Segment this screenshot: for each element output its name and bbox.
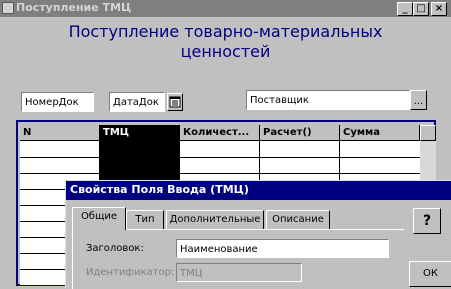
- close-button[interactable]: ×: [431, 2, 447, 16]
- maximize-button[interactable]: □: [413, 2, 429, 16]
- dialog-title[interactable]: Свойства Поля Ввода (ТМЦ): [66, 181, 451, 200]
- heading-line-1: Поступление товарно-материальных: [68, 22, 383, 41]
- doc-number-field[interactable]: НомерДок: [21, 92, 94, 112]
- row-divider: [20, 157, 420, 158]
- tab-general[interactable]: Общие: [72, 207, 126, 230]
- window-title: Поступление ТМЦ: [16, 1, 132, 14]
- tab-description[interactable]: Описание: [266, 210, 330, 229]
- id-field: ТМЦ: [176, 263, 302, 282]
- column-header-n[interactable]: N: [20, 125, 100, 141]
- column-header-sum[interactable]: Сумма: [340, 125, 420, 141]
- supplier-field[interactable]: Поставщик: [246, 90, 410, 110]
- supplier-select-button[interactable]: ...: [410, 90, 427, 110]
- minimize-button[interactable]: _: [397, 2, 413, 16]
- column-header-calc[interactable]: Расчет(): [260, 125, 340, 141]
- tab-type[interactable]: Тип: [126, 210, 164, 229]
- form-heading: Поступление товарно-материальных ценност…: [0, 22, 451, 62]
- tab-additional[interactable]: Дополнительные: [166, 210, 264, 229]
- caption-field[interactable]: Наименование: [176, 239, 389, 258]
- column-header-tmc[interactable]: ТМЦ: [100, 125, 180, 141]
- heading-line-2: ценностей: [180, 42, 271, 61]
- calendar-button[interactable]: [167, 93, 183, 111]
- properties-dialog: Свойства Поля Ввода (ТМЦ) Общие Тип Допо…: [65, 180, 451, 289]
- doc-date-field[interactable]: ДатаДок: [109, 92, 165, 112]
- column-header-quantity[interactable]: Количест...: [180, 125, 260, 141]
- help-button[interactable]: ?: [413, 208, 441, 234]
- ok-button[interactable]: ОК: [409, 261, 451, 287]
- caption-label: Заголовок:: [86, 243, 144, 254]
- help-icon: ?: [422, 213, 432, 229]
- calendar-icon: [169, 96, 181, 108]
- window-titlebar[interactable]: Поступление ТМЦ _ □ ×: [0, 0, 451, 17]
- app-icon: [2, 2, 14, 14]
- id-label: Идентификатор:: [86, 267, 175, 278]
- row-divider: [20, 173, 420, 174]
- scroll-up-button[interactable]: [420, 125, 436, 141]
